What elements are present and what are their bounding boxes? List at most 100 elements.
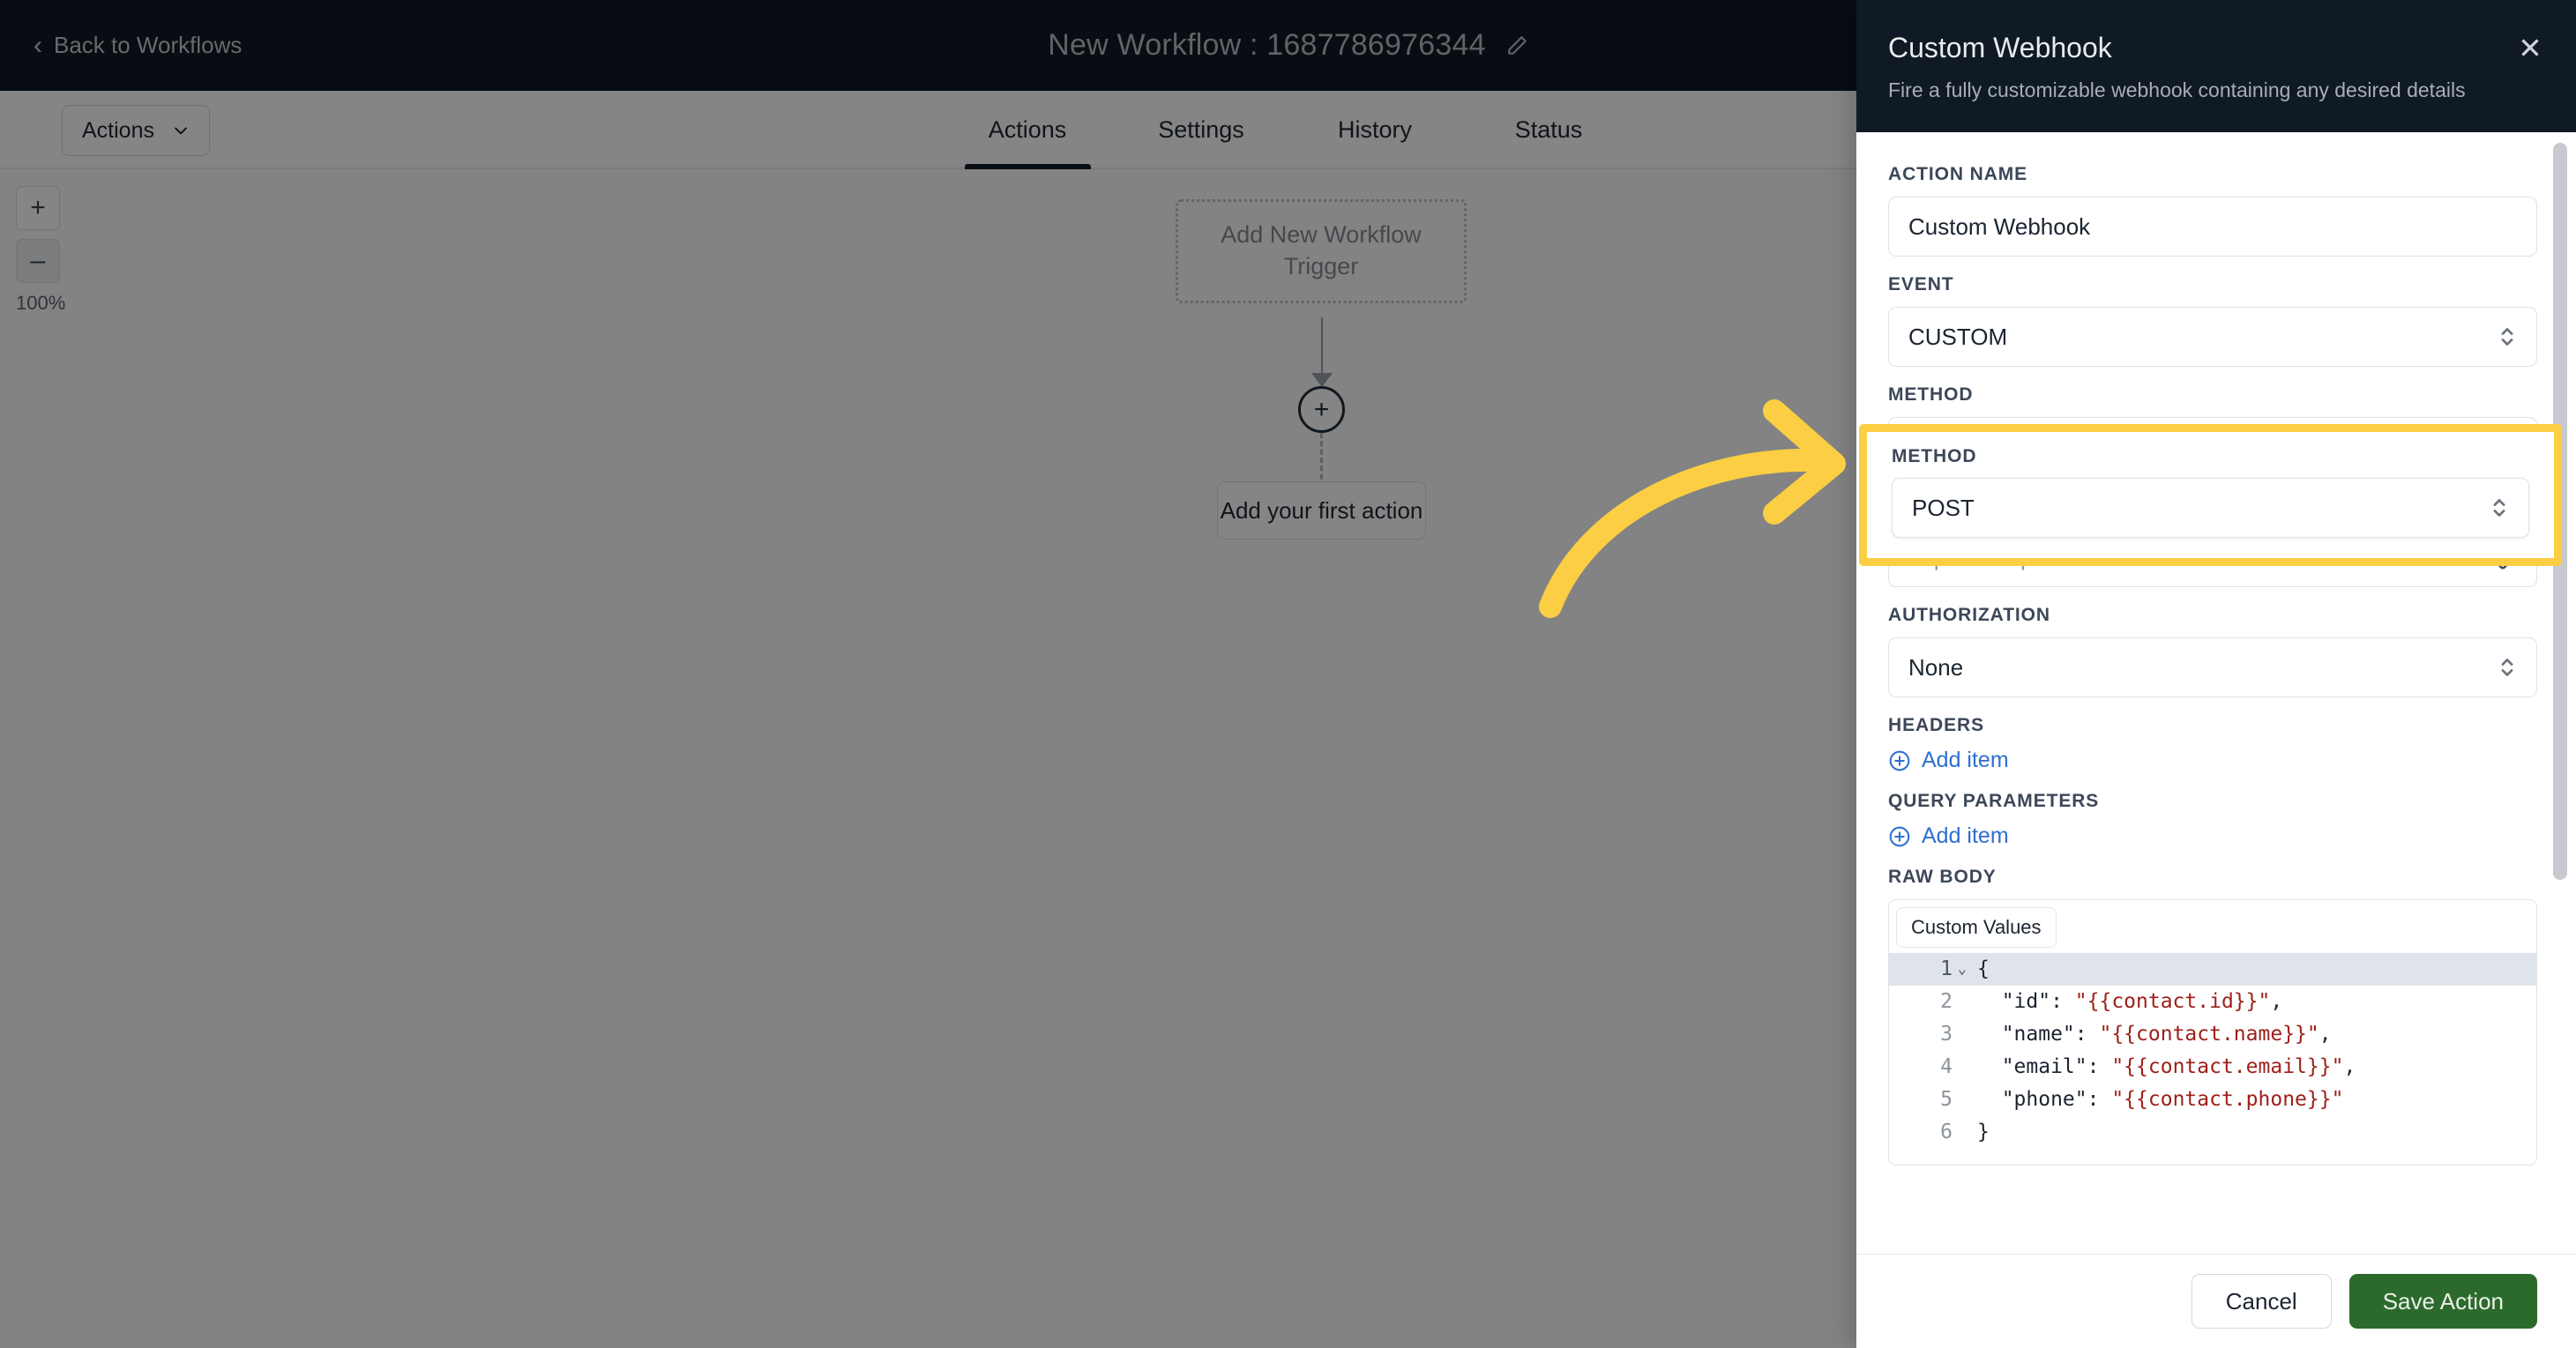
zoom-out-icon: – — [30, 246, 46, 275]
method-select[interactable]: POST — [1892, 478, 2529, 538]
panel-subtitle: Fire a fully customizable webhook contai… — [1888, 78, 2466, 101]
plus-icon: + — [1313, 394, 1330, 424]
headers-add-item-label: Add item — [1922, 748, 2009, 772]
headers-add-item-button[interactable]: Add item — [1888, 748, 2537, 773]
editor-tab-bar: Custom Values — [1889, 900, 2536, 948]
cancel-button[interactable]: Cancel — [2191, 1274, 2332, 1329]
editor-code-line[interactable]: { — [1965, 953, 2536, 986]
tab-actions[interactable]: Actions — [941, 91, 1115, 169]
chevron-left-icon: ‹ — [34, 30, 42, 60]
plus-circle-icon — [1889, 826, 1910, 846]
event-select[interactable]: CUSTOM — [1888, 307, 2537, 367]
code-token: { — [1977, 957, 1990, 980]
authorization-select[interactable]: None — [1888, 637, 2537, 697]
zoom-controls: + – 100% — [16, 186, 86, 315]
save-action-button[interactable]: Save Action — [2348, 1274, 2537, 1329]
event-label: EVENT — [1888, 274, 1954, 294]
code-token: "email": — [1977, 1055, 2112, 1078]
tab-settings-label: Settings — [1158, 116, 1244, 143]
app-root: ‹ Back to Workflows New Workflow : 16877… — [0, 0, 2576, 1348]
add-node-button[interactable]: + — [1298, 386, 1345, 433]
raw-body-label: RAW BODY — [1888, 867, 1997, 887]
chevron-updown-icon — [2501, 328, 2513, 346]
editor-code-line[interactable]: } — [1965, 1116, 2536, 1149]
zoom-level-label: 100% — [16, 292, 66, 314]
close-icon[interactable]: ✕ — [2514, 32, 2546, 64]
custom-values-tab[interactable]: Custom Values — [1896, 907, 2057, 948]
authorization-group: AUTHORIZATION None — [1888, 605, 2537, 697]
code-variable-token: "{{contact.id}}" — [2074, 990, 2271, 1013]
add-first-action-label: Add your first action — [1220, 496, 1423, 524]
trigger-placeholder-label: Add New Workflow Trigger — [1221, 221, 1422, 279]
method-label: METHOD — [1892, 446, 1977, 466]
code-variable-token: "{{contact.name}}" — [2099, 1023, 2319, 1046]
editor-line-number: 4 — [1940, 1055, 1953, 1078]
workflow-trigger-node[interactable]: Add New Workflow Trigger — [1149, 185, 1493, 317]
trigger-placeholder-box: Add New Workflow Trigger — [1176, 199, 1467, 303]
panel-scrollbar[interactable] — [2553, 143, 2567, 1236]
query-parameters-add-item-label: Add item — [1922, 823, 2009, 848]
page-title: New Workflow : 1687786976344 — [1048, 28, 1486, 62]
chevron-updown-icon — [2501, 659, 2513, 676]
authorization-value: None — [1908, 653, 1964, 681]
editor-area[interactable]: 1 ⌄ 2 3 4 5 6 { "id": "{{contact.id}}", "name"… — [1889, 948, 2536, 1165]
method-value: POST — [1912, 494, 1975, 521]
zoom-in-button[interactable]: + — [16, 186, 60, 230]
code-token: , — [2270, 990, 2283, 1013]
back-to-workflows-label: Back to Workflows — [54, 32, 243, 58]
action-name-group: ACTION NAME Custom Webhook — [1888, 164, 2537, 257]
code-token: "name": — [1977, 1023, 2100, 1046]
annotation-arrow-icon — [1539, 399, 1846, 618]
action-name-value: Custom Webhook — [1908, 212, 2091, 240]
query-parameters-group: QUERY PARAMETERS Add item — [1888, 791, 2537, 849]
code-token: "phone": — [1977, 1088, 2112, 1111]
flow-edge-arrowhead-icon — [1311, 373, 1333, 387]
event-value: CUSTOM — [1908, 323, 2008, 350]
editor-line-numbers: 1 ⌄ 2 3 4 5 6 — [1889, 948, 1967, 1165]
flow-graph: Add New Workflow Trigger + Add your firs… — [1149, 185, 1502, 540]
code-fold-chevron-icon[interactable]: ⌄ — [1958, 953, 1967, 986]
code-token: "id": — [1977, 990, 2075, 1013]
plus-circle-icon — [1889, 750, 1910, 771]
editor-code-line[interactable]: "name": "{{contact.name}}", — [1965, 1018, 2536, 1051]
query-parameters-add-item-button[interactable]: Add item — [1888, 823, 2537, 849]
panel-footer: Cancel Save Action — [1856, 1254, 2576, 1348]
tab-status-label: Status — [1514, 116, 1583, 143]
action-config-panel: Custom Webhook Fire a fully customizable… — [1856, 0, 2576, 1348]
tab-actions-label: Actions — [988, 116, 1067, 143]
headers-label: HEADERS — [1888, 715, 1984, 735]
editor-code-line[interactable]: "id": "{{contact.id}}", — [1965, 986, 2536, 1018]
flow-edge-dashed — [1320, 433, 1323, 488]
code-variable-token: "{{contact.phone}}" — [2111, 1088, 2344, 1111]
method-field-highlight: METHOD POST — [1859, 424, 2562, 566]
tab-settings[interactable]: Settings — [1115, 91, 1288, 169]
code-token: , — [2318, 1023, 2332, 1046]
tab-status[interactable]: Status — [1462, 91, 1636, 169]
editor-line-number: 1 ⌄ — [1889, 953, 1967, 986]
action-name-label: ACTION NAME — [1888, 164, 2028, 184]
add-first-action-button[interactable]: Add your first action — [1217, 481, 1426, 540]
zoom-in-icon: + — [30, 193, 46, 222]
pencil-icon[interactable] — [1505, 34, 1528, 57]
chevron-updown-icon — [2493, 499, 2505, 517]
code-token: } — [1977, 1121, 1990, 1143]
panel-header: Custom Webhook Fire a fully customizable… — [1856, 0, 2576, 132]
editor-line-number: 3 — [1940, 1023, 1953, 1046]
method-label-base: METHOD — [1888, 384, 1974, 405]
zoom-out-button[interactable]: – — [16, 239, 60, 283]
panel-body: ACTION NAME Custom Webhook EVENT CUSTOM — [1856, 132, 2576, 1254]
editor-line-number: 2 — [1940, 990, 1953, 1013]
raw-body-editor[interactable]: Custom Values 1 ⌄ 2 3 4 5 6 { "id": "{{contact… — [1888, 899, 2537, 1166]
panel-title: Custom Webhook — [1888, 32, 2112, 63]
query-parameters-label: QUERY PARAMETERS — [1888, 791, 2100, 811]
editor-line-number: 6 — [1940, 1121, 1953, 1143]
editor-code-line[interactable]: "phone": "{{contact.phone}}" — [1965, 1084, 2536, 1116]
editor-code[interactable]: { "id": "{{contact.id}}", "name": "{{con… — [1965, 948, 2536, 1165]
action-name-input[interactable]: Custom Webhook — [1888, 197, 2537, 257]
back-to-workflows-link[interactable]: ‹ Back to Workflows — [34, 0, 242, 91]
code-variable-token: "{{contact.email}}" — [2111, 1055, 2344, 1078]
authorization-label: AUTHORIZATION — [1888, 605, 2050, 625]
headers-group: HEADERS Add item — [1888, 715, 2537, 773]
editor-code-line[interactable]: "email": "{{contact.email}}", — [1965, 1051, 2536, 1084]
tab-history[interactable]: History — [1288, 91, 1462, 169]
